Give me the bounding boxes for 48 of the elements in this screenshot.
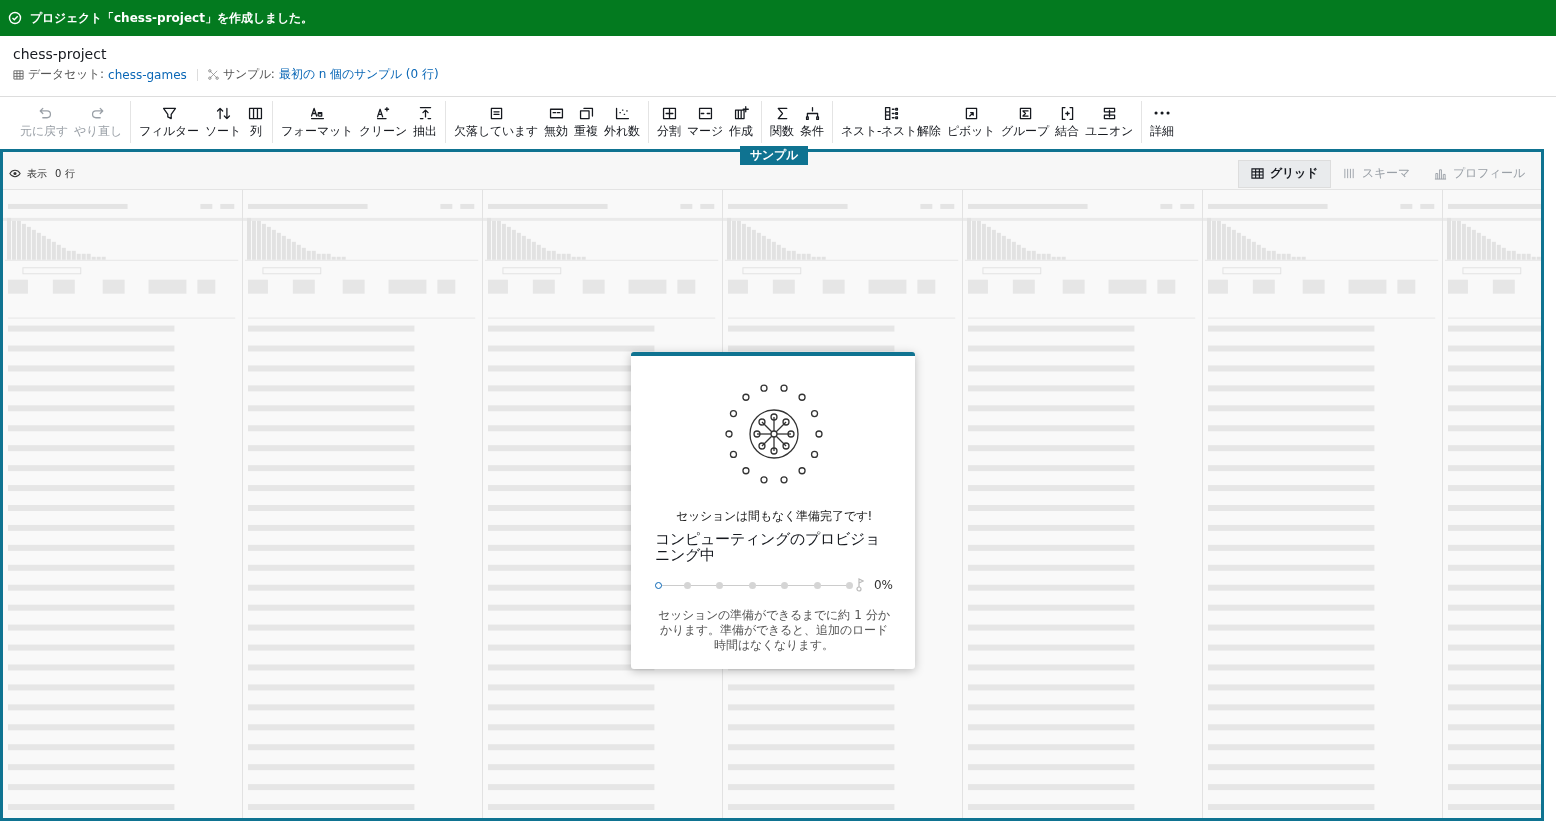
progress-percent: 0% — [873, 578, 893, 592]
toolbar-button[interactable]: クリーン — [356, 104, 410, 140]
more-icon — [1154, 110, 1171, 115]
toolbar-button[interactable]: 欠落しています — [451, 104, 541, 140]
toolbar-button[interactable]: 作成 — [726, 104, 756, 140]
grid-icon — [1251, 167, 1264, 180]
check-circle-icon — [8, 11, 22, 25]
table-icon — [13, 69, 24, 80]
toolbar-button[interactable]: 抽出 — [410, 104, 440, 140]
toolbar-button[interactable]: ユニオン — [1082, 104, 1137, 140]
clean-icon — [374, 104, 392, 122]
toolbar-button[interactable]: 列 — [244, 104, 267, 140]
view-tab[interactable]: グリッド — [1238, 159, 1331, 188]
toolbar-button[interactable]: 外れ数 — [601, 104, 643, 140]
dataset-label: データセット: — [28, 66, 105, 83]
toolbar-button[interactable]: ピボット — [944, 104, 999, 140]
toolbar-button[interactable]: 無効 — [541, 104, 571, 140]
success-message: プロジェクト「chess-project」を作成しました。 — [30, 9, 313, 27]
toolbar-button[interactable]: 関数 — [767, 104, 797, 140]
dataset-link[interactable]: chess-games — [108, 67, 187, 82]
row-count: 0 行 — [55, 166, 75, 181]
profile-icon — [1434, 167, 1447, 180]
toolbar-button[interactable]: ネスト-ネスト解除 — [838, 104, 945, 140]
toolbar-button[interactable]: 詳細 — [1147, 104, 1178, 140]
toolbar-button[interactable]: マージ — [684, 104, 726, 140]
scatter-icon — [207, 69, 219, 80]
sample-link[interactable]: 最初の n 個のサンプル (0 行) — [278, 66, 439, 83]
conditional-icon — [803, 104, 821, 122]
toolbar-button[interactable]: 条件 — [797, 104, 827, 140]
dialog-subtitle: セッションは間もなく準備完了です! — [675, 508, 873, 525]
toolbar-button[interactable]: ソート — [202, 104, 244, 140]
dialog-note: セッションの準備ができるまでに約 1 分かかります。準備ができると、追加のロード時間はなくなります。 — [657, 608, 891, 653]
project-title: chess-project — [13, 46, 108, 62]
view-label: 表示 — [27, 166, 47, 181]
toolbar-button[interactable]: フォーマット — [278, 104, 356, 140]
flag-icon — [853, 578, 864, 592]
toolbar-button[interactable]: グループ — [998, 104, 1053, 140]
toolbar-button[interactable]: 結合 — [1052, 104, 1083, 140]
sample-label: サンプル: — [222, 66, 275, 83]
eye-icon — [9, 169, 21, 178]
dialog-title: コンピューティングのプロビジョニング中 — [655, 531, 881, 563]
toolbar-button[interactable]: 重複 — [571, 104, 601, 140]
toolbar-button[interactable]: フィルター — [136, 104, 202, 140]
nest-icon — [882, 104, 900, 122]
toolbar-button[interactable]: 分割 — [654, 104, 684, 140]
create-column-icon — [732, 104, 750, 122]
schema-icon — [1343, 167, 1356, 180]
sample-tag: サンプル — [740, 146, 808, 165]
